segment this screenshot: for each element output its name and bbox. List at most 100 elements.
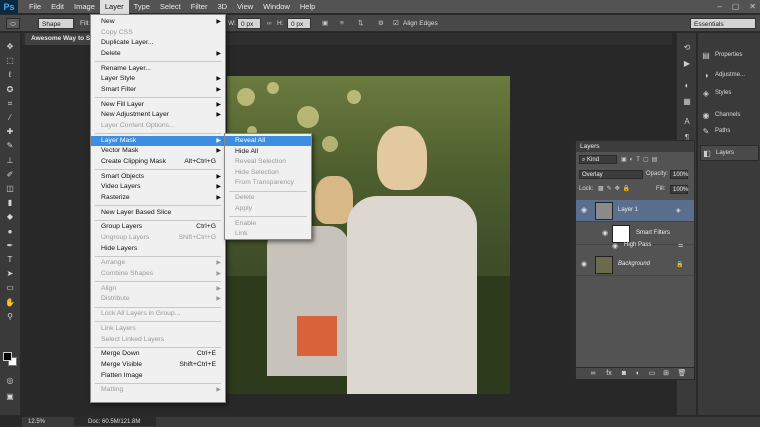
menu-item-hide-layers[interactable]: Hide Layers [91,244,225,254]
path-arrange-icon[interactable]: ⇅ [358,18,363,29]
menu-3d[interactable]: 3D [212,0,232,14]
menu-item-arrange[interactable]: Arrange ▶ [91,258,225,268]
submenu-item-reveal-all[interactable]: Reveal All [225,136,311,146]
menu-item-select-linked-layers[interactable]: Select Linked Layers [91,335,225,345]
filter-icons[interactable]: ▣◐T▢▤ [621,155,660,165]
settings-icon[interactable]: ⚙ [378,18,384,29]
menu-item-smart-filter[interactable]: Smart Filter ▶ [91,85,225,95]
submenu-item-delete[interactable]: Delete [225,193,311,203]
path-align-icon[interactable]: ≡ [340,18,344,29]
menu-item-new[interactable]: New ▶ [91,17,225,27]
menu-item-rename-layer[interactable]: Rename Layer... [91,64,225,74]
menu-image[interactable]: Image [69,0,100,14]
dock-properties[interactable]: ▤ Properties [700,47,759,63]
submenu-item-link[interactable]: Link [225,229,311,239]
shape-tool-icon[interactable]: ▭ [3,282,17,293]
doc-size[interactable]: Doc: 60.5M/121.8M [74,417,156,426]
zoom-level[interactable]: 12.5% [28,417,45,427]
layer-row-layer1[interactable]: ◉ Layer 1 ◈ [576,200,694,222]
menu-edit[interactable]: Edit [46,0,69,14]
submenu-item-apply[interactable]: Apply [225,204,311,214]
color-icon[interactable]: ◐ [681,81,693,91]
link-layers-icon[interactable]: ∞ [588,369,598,379]
healing-brush-icon[interactable]: ✚ [3,126,17,137]
quick-mask-icon[interactable]: ◎ [3,375,17,386]
type-tool-icon[interactable]: T [3,254,17,265]
height-field[interactable]: 0 px [287,18,311,29]
menu-item-matting[interactable]: Matting ▶ [91,385,225,395]
dock-layers[interactable]: ◧ Layers [700,145,759,161]
menu-item-ungroup-layers[interactable]: Ungroup Layers Shift+Ctrl+G [91,233,225,243]
menu-item-create-clipping-mask[interactable]: Create Clipping Mask Alt+Ctrl+G [91,157,225,167]
document-tab[interactable]: Awesome Way to Sh [25,33,101,45]
move-tool-icon[interactable]: ✥ [3,41,17,52]
eyedropper-icon[interactable]: ⁄ [3,112,17,123]
menu-item-vector-mask[interactable]: Vector Mask ▶ [91,146,225,156]
add-mask-icon[interactable]: ◙ [619,369,629,379]
menu-view[interactable]: View [232,0,258,14]
marquee-tool-icon[interactable]: ⬚ [3,55,17,66]
delete-layer-icon[interactable]: 🗑 [677,369,687,379]
dock-channels[interactable]: ◉ Channels [700,107,759,123]
submenu-item-hide-selection[interactable]: Hide Selection [225,168,311,178]
menu-item-delete[interactable]: Delete ▶ [91,49,225,59]
workspace-select[interactable]: Essentials [690,18,756,29]
gradient-tool-icon[interactable]: ▮ [3,197,17,208]
new-group-icon[interactable]: ▭ [647,369,657,379]
submenu-item-enable[interactable]: Enable [225,219,311,229]
menu-item-flatten-image[interactable]: Flatten Image [91,371,225,381]
layer-row-background[interactable]: ◉ Background 🔒 [576,254,694,276]
submenu-item-reveal-selection[interactable]: Reveal Selection [225,157,311,167]
dock-paths[interactable]: ✎ Paths [700,123,759,139]
menu-help[interactable]: Help [295,0,320,14]
menu-item-layer-style[interactable]: Layer Style ▶ [91,74,225,84]
menu-select[interactable]: Select [155,0,186,14]
dodge-tool-icon[interactable]: ● [3,226,17,237]
menu-type[interactable]: Type [129,0,155,14]
menu-item-new-adjustment-layer[interactable]: New Adjustment Layer ▶ [91,110,225,120]
maximize-button[interactable]: ▢ [732,0,740,14]
visibility-eye-icon[interactable]: ◉ [602,229,608,237]
width-field[interactable]: 0 px [237,18,261,29]
path-ops-icon[interactable]: ▣ [322,18,328,29]
menu-item-duplicate-layer[interactable]: Duplicate Layer... [91,38,225,48]
fill-field[interactable]: 100% [670,185,688,194]
menu-item-align[interactable]: Align ▶ [91,284,225,294]
menu-item-copy-css[interactable]: Copy CSS [91,28,225,38]
adjustment-layer-icon[interactable]: ◐ [633,369,643,379]
menu-item-combine-shapes[interactable]: Combine Shapes ▶ [91,269,225,279]
visibility-eye-icon[interactable]: ◉ [581,260,587,268]
crop-tool-icon[interactable]: ⌗ [3,98,17,109]
lasso-tool-icon[interactable]: ℓ [3,69,17,80]
new-layer-icon[interactable]: ⊞ [661,369,671,379]
actions-icon[interactable]: ▶ [681,59,693,69]
swatches-icon[interactable]: ▦ [681,97,693,107]
zoom-tool-icon[interactable]: ⚲ [3,311,17,322]
menu-layer[interactable]: Layer [99,0,129,14]
menu-item-distribute[interactable]: Distribute ▶ [91,294,225,304]
visibility-eye-icon[interactable]: ◉ [612,242,618,250]
menu-item-group-layers[interactable]: Group Layers Ctrl+G [91,222,225,232]
align-edges-checkbox[interactable]: ☑ [393,18,399,29]
menu-item-new-fill-layer[interactable]: New Fill Layer ▶ [91,100,225,110]
menu-window[interactable]: Window [258,0,295,14]
minimize-button[interactable]: – [717,0,721,14]
character-icon[interactable]: A [681,117,693,127]
menu-item-smart-objects[interactable]: Smart Objects ▶ [91,172,225,182]
foreground-color-swatch[interactable] [3,352,12,361]
kind-filter-select[interactable]: ⌕ Kind [579,155,617,164]
path-select-icon[interactable]: ➤ [3,268,17,279]
menu-item-rasterize[interactable]: Rasterize ▶ [91,193,225,203]
screen-mode-icon[interactable]: ▣ [3,391,17,402]
dock-adjustme[interactable]: ◑ Adjustme... [700,67,759,83]
opacity-field[interactable]: 100% [670,170,688,179]
hand-tool-icon[interactable]: ✋ [3,297,17,308]
eraser-icon[interactable]: ◫ [3,183,17,194]
menu-item-layer-mask[interactable]: Layer Mask ▶ [91,135,225,146]
submenu-item-from-transparency[interactable]: From Transparency [225,178,311,188]
submenu-item-hide-all[interactable]: Hide All [225,147,311,157]
history-brush-icon[interactable]: ✐ [3,169,17,180]
menu-item-layer-content-options[interactable]: Layer Content Options... [91,121,225,131]
dock-styles[interactable]: ◈ Styles [700,85,759,101]
menu-item-lock-all-layers-in-group[interactable]: Lock All Layers in Group... [91,309,225,319]
